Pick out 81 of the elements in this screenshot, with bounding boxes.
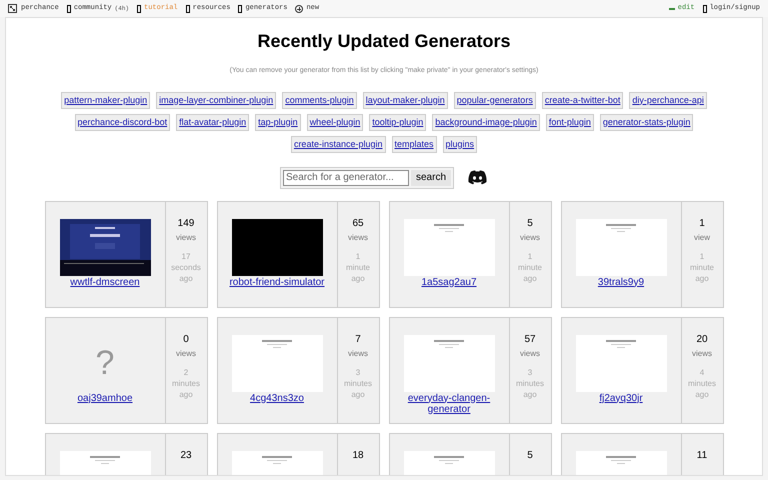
- tag-link[interactable]: plugins: [442, 136, 478, 152]
- time-ago-text: 4: [700, 366, 704, 378]
- tag-link[interactable]: perchance-discord-bot: [74, 114, 170, 130]
- time-ago-text: 3: [528, 366, 532, 378]
- generator-link[interactable]: robot-friend-simulator: [227, 276, 327, 288]
- view-count: 11: [696, 450, 708, 460]
- time-ago-text: ago: [351, 272, 365, 284]
- view-count: 1: [699, 218, 705, 228]
- page-title: Recently Updated Generators: [257, 30, 511, 53]
- views-label: views: [520, 232, 540, 244]
- views-label: views: [348, 232, 368, 244]
- tag-link[interactable]: font-plugin: [546, 114, 594, 130]
- glyph-box-icon: [137, 4, 142, 12]
- tag-link[interactable]: image-layer-combiner-plugin: [156, 92, 276, 108]
- question-mark: ?: [96, 346, 114, 380]
- tag-link[interactable]: wheel-plugin: [306, 114, 364, 130]
- tag-link[interactable]: create-instance-plugin: [290, 136, 386, 152]
- views-label: views: [520, 348, 540, 360]
- view-count: 0: [183, 334, 189, 344]
- time-ago-text: 2: [184, 366, 188, 378]
- view-count: 57: [524, 334, 536, 344]
- views-label: view: [694, 232, 710, 244]
- glyph-box-icon: [186, 4, 190, 12]
- views-label: views: [348, 348, 368, 360]
- time-ago-text: ago: [695, 388, 709, 400]
- tag-link[interactable]: diy-perchance-api: [629, 92, 707, 108]
- tag-link[interactable]: tap-plugin: [255, 114, 301, 130]
- time-ago-text: ago: [179, 272, 193, 284]
- glyph-box-icon: [66, 4, 71, 12]
- time-ago-text: 1: [700, 250, 704, 262]
- tag-link[interactable]: generator-stats-plugin: [600, 114, 694, 130]
- time-ago-text: minute: [518, 262, 542, 272]
- tag-link[interactable]: tooltip-plugin: [369, 114, 426, 130]
- time-ago-text: ago: [179, 388, 193, 400]
- tag-link[interactable]: flat-avatar-plugin: [176, 114, 250, 130]
- tag-link[interactable]: templates: [392, 136, 437, 152]
- generator-link[interactable]: oaj39amhoe: [55, 392, 155, 404]
- views-label: views: [692, 348, 712, 360]
- tag-link[interactable]: background-image-plugin: [432, 114, 540, 130]
- views-label: views: [176, 232, 196, 244]
- time-ago-text: minutes: [172, 378, 200, 388]
- dice-icon: [8, 4, 17, 13]
- generator-link[interactable]: 4cg43ns3zo: [227, 392, 327, 404]
- time-ago-text: 1: [528, 250, 532, 262]
- search-field[interactable]: Search for a generator...: [282, 170, 409, 186]
- view-count: 7: [355, 334, 361, 344]
- view-count: 65: [352, 218, 364, 228]
- time-ago-text: ago: [695, 272, 709, 284]
- time-ago-text: minutes: [516, 378, 544, 388]
- glyph-box-icon: [238, 4, 242, 12]
- view-count: 149: [178, 218, 194, 228]
- time-ago-text: minute: [346, 262, 370, 272]
- time-ago-text: 1: [356, 250, 360, 262]
- time-ago-text: minutes: [688, 378, 716, 388]
- time-ago-text: seconds: [171, 262, 201, 272]
- time-ago-text: ago: [351, 388, 365, 400]
- tag-link[interactable]: comments-plugin: [282, 92, 357, 108]
- views-label: views: [176, 348, 196, 360]
- generator-link[interactable]: 1a5sag2au7: [399, 276, 499, 288]
- time-ago-text: 17: [182, 250, 190, 262]
- view-count: 5: [527, 218, 533, 228]
- discord-icon[interactable]: [467, 170, 488, 185]
- view-count: 20: [696, 334, 708, 344]
- generator-link[interactable]: fj2ayq30jr: [571, 392, 671, 404]
- glyph-box-icon: [702, 4, 707, 12]
- time-ago-text: ago: [523, 388, 537, 400]
- view-count: 23: [180, 450, 192, 460]
- generator-link[interactable]: everyday-clangen-generator: [399, 392, 499, 414]
- view-count: 18: [352, 450, 364, 460]
- tag-link[interactable]: pattern-maker-plugin: [61, 92, 150, 108]
- time-ago-text: minute: [690, 262, 714, 272]
- tag-link[interactable]: layout-maker-plugin: [362, 92, 448, 108]
- time-ago-text: minutes: [344, 378, 372, 388]
- time-ago-text: ago: [523, 272, 537, 284]
- tag-link[interactable]: create-a-twitter-bot: [542, 92, 624, 108]
- tag-link[interactable]: popular-generators: [454, 92, 536, 108]
- generator-link[interactable]: wwtlf-dmscreen: [55, 276, 155, 288]
- view-count: 5: [527, 450, 533, 460]
- generator-link[interactable]: 39trals9y9: [571, 276, 671, 288]
- search-button[interactable]: search: [410, 170, 451, 186]
- time-ago-text: 3: [356, 366, 360, 378]
